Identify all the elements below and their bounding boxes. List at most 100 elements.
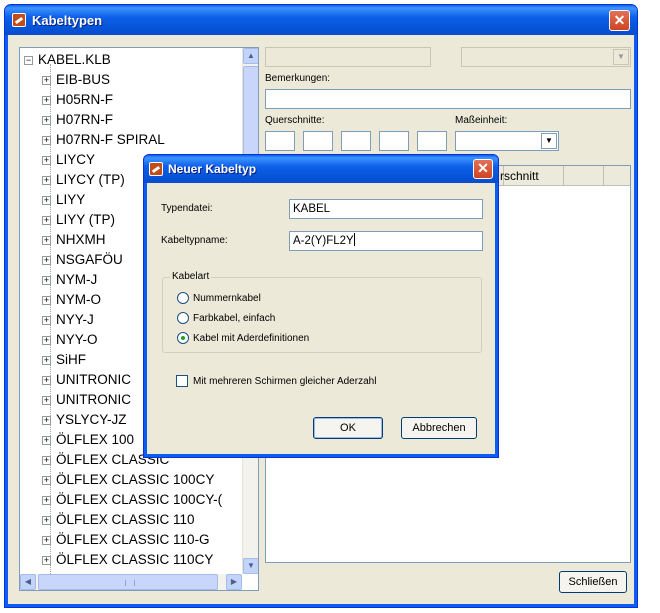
radio-nummernkabel[interactable]: Nummernkabel <box>177 292 261 308</box>
tree-node[interactable]: + UNITRONIC <box>42 390 131 410</box>
tree-root-node[interactable]: − KABEL.KLB <box>24 50 111 70</box>
radio-farbkabel-label: Farbkabel, einfach <box>193 313 276 324</box>
radio-icon[interactable] <box>177 332 189 344</box>
tree-node[interactable]: + NYY-J <box>42 310 94 330</box>
name-field <box>265 47 431 67</box>
mehrere-schirme-checkbox[interactable]: Mit mehreren Schirmen gleicher Aderzahl <box>176 375 376 389</box>
tree-node-label: H07RN-F SPIRAL <box>56 132 165 147</box>
kabeltypname-input[interactable]: A-2(Y)FL2Y <box>289 231 483 251</box>
expand-icon[interactable]: + <box>42 316 51 325</box>
tree-node[interactable]: + SiHF <box>42 350 86 370</box>
column-header-3[interactable] <box>564 166 604 186</box>
tree-node[interactable]: + ÖLFLEX CLASSIC 100CY <box>42 470 214 490</box>
expand-icon[interactable]: + <box>42 456 51 465</box>
expand-icon[interactable]: + <box>42 256 51 265</box>
dialog-title-bar[interactable]: Neuer Kabeltyp ✕ <box>144 155 498 183</box>
tree-node[interactable]: + YSLYCY-JZ <box>42 410 127 430</box>
chevron-down-icon[interactable]: ▼ <box>541 133 557 149</box>
masseinheit-combo[interactable]: ▼ <box>455 131 559 151</box>
tree-node-label: ÖLFLEX CLASSIC 100CY <box>56 472 215 487</box>
title-bar[interactable]: Kabeltypen ✕ <box>5 5 637 35</box>
expand-icon[interactable]: + <box>42 336 51 345</box>
tree-node-label: NHXMH <box>56 232 106 247</box>
tree-node[interactable]: + LIYCY (TP) <box>42 170 125 190</box>
scroll-left-icon[interactable]: ◀ <box>20 574 36 590</box>
tree-node[interactable]: + H07RN-F <box>42 110 113 130</box>
tree-node[interactable]: + EIB-BUS <box>42 70 110 90</box>
expand-icon[interactable]: + <box>42 516 51 525</box>
expand-icon[interactable]: + <box>42 96 51 105</box>
querschnitt-input-1[interactable] <box>265 131 295 151</box>
expand-icon[interactable]: + <box>42 176 51 185</box>
tree-node[interactable]: + NYY-O <box>42 330 98 350</box>
querschnitt-input-4[interactable] <box>379 131 409 151</box>
tree-node[interactable]: + ÖLFLEX CLASSIC 110 <box>42 510 195 530</box>
collapse-icon[interactable]: − <box>24 56 33 65</box>
tree-node[interactable]: + LIYCY <box>42 150 95 170</box>
horizontal-scroll-thumb[interactable] <box>38 574 218 590</box>
tree-node-label: NYY-O <box>56 332 98 347</box>
mehrere-schirme-label: Mit mehreren Schirmen gleicher Aderzahl <box>193 376 377 387</box>
expand-icon[interactable]: + <box>42 396 51 405</box>
checkbox-icon[interactable] <box>176 375 188 387</box>
querschnitt-input-2[interactable] <box>303 131 333 151</box>
scroll-down-icon[interactable]: ▼ <box>243 558 258 574</box>
expand-icon[interactable]: + <box>42 156 51 165</box>
expand-icon[interactable]: + <box>42 476 51 485</box>
tree-node[interactable]: + H05RN-F <box>42 90 113 110</box>
tree-horizontal-scrollbar[interactable]: ◀ ▶ <box>20 574 242 590</box>
querschnitt-input-5[interactable] <box>417 131 447 151</box>
expand-icon[interactable]: + <box>42 496 51 505</box>
tree-node[interactable]: + ÖLFLEX 100 <box>42 430 134 450</box>
tree-node[interactable]: + ÖLFLEX CLASSIC 100CY-( <box>42 490 222 510</box>
tree-node[interactable]: + NYM-J <box>42 270 97 290</box>
expand-icon[interactable]: + <box>42 416 51 425</box>
radio-farbkabel[interactable]: Farbkabel, einfach <box>177 312 275 328</box>
window-title: Kabeltypen <box>32 13 103 28</box>
chevron-down-icon: ▼ <box>613 49 629 65</box>
ok-button[interactable]: OK <box>313 417 383 439</box>
expand-icon[interactable]: + <box>42 136 51 145</box>
expand-icon[interactable]: + <box>42 116 51 125</box>
tree-node[interactable]: + ÖLFLEX CLASSIC 110-G <box>42 530 210 550</box>
abbrechen-button[interactable]: Abbrechen <box>401 417 477 439</box>
expand-icon[interactable]: + <box>42 536 51 545</box>
radio-icon[interactable] <box>177 312 189 324</box>
radio-icon[interactable] <box>177 292 189 304</box>
tree-node[interactable]: + ÖLFLEX CLASSIC 110CY <box>42 550 213 570</box>
column-header-2[interactable]: rschnitt <box>500 166 564 186</box>
expand-icon[interactable]: + <box>42 436 51 445</box>
expand-icon[interactable]: + <box>42 76 51 85</box>
window-close-button[interactable]: ✕ <box>609 10 630 31</box>
tree-node[interactable]: + LIYY (TP) <box>42 210 115 230</box>
bemerkungen-input[interactable] <box>265 89 631 109</box>
tree-node-label: NYY-J <box>56 312 94 327</box>
radio-nummernkabel-label: Nummernkabel <box>193 293 261 304</box>
tree-node[interactable]: + LIYY <box>42 190 85 210</box>
tree-node-label: H07RN-F <box>56 112 114 127</box>
radio-aderdefinitionen[interactable]: Kabel mit Aderdefinitionen <box>177 332 309 348</box>
dialog-title: Neuer Kabeltyp <box>168 162 257 176</box>
expand-icon[interactable]: + <box>42 196 51 205</box>
querschnitt-input-3[interactable] <box>341 131 371 151</box>
expand-icon[interactable]: + <box>42 276 51 285</box>
tree-node[interactable]: + UNITRONIC <box>42 370 131 390</box>
expand-icon[interactable]: + <box>42 216 51 225</box>
tree-node[interactable]: + H07RN-F SPIRAL <box>42 130 165 150</box>
expand-icon[interactable]: + <box>42 356 51 365</box>
expand-icon[interactable]: + <box>42 376 51 385</box>
typendatei-input[interactable]: KABEL <box>289 199 483 219</box>
scroll-up-icon[interactable]: ▲ <box>243 48 258 64</box>
tree-node[interactable]: + NHXMH <box>42 230 106 250</box>
expand-icon[interactable]: + <box>42 556 51 565</box>
dialog-close-button[interactable]: ✕ <box>473 159 493 179</box>
schliessen-button[interactable]: Schließen <box>559 571 627 593</box>
masseinheit-label: Maßeinheit: <box>455 115 508 126</box>
expand-icon[interactable]: + <box>42 296 51 305</box>
tree-node[interactable]: + NSGAFÖU <box>42 250 123 270</box>
scroll-right-icon[interactable]: ▶ <box>226 574 242 590</box>
expand-icon[interactable]: + <box>42 236 51 245</box>
grip-icon <box>125 580 135 586</box>
tree-node[interactable]: + NYM-O <box>42 290 101 310</box>
tree-node-label: LIYY <box>56 192 86 207</box>
